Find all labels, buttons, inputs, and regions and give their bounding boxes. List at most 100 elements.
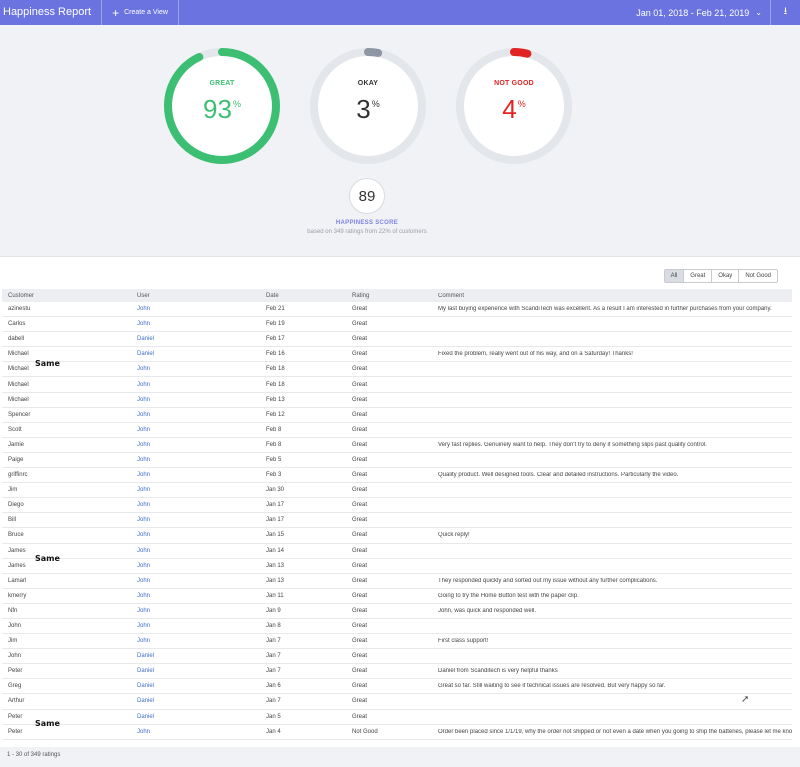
user-link[interactable]: John [131, 593, 260, 599]
user-link[interactable]: John [131, 442, 260, 448]
column-header-customer[interactable]: Customer [2, 293, 131, 299]
comment-cell: Quality product. Well designed tools. Cl… [438, 472, 679, 479]
user-link[interactable]: Daniel [131, 668, 260, 674]
user-link[interactable]: Daniel [131, 351, 260, 357]
table-row[interactable]: Peter Daniel Jan 7 Great Daniel from Scandit… [2, 664, 792, 680]
filter-not-good[interactable]: Not Good [738, 270, 777, 282]
date-range-picker[interactable]: Jan 01, 2018 - Feb 21, 2019 ⌄ [628, 0, 770, 25]
user-link[interactable]: John [131, 306, 260, 312]
user-link[interactable]: Daniel [131, 336, 260, 342]
user-link[interactable]: Daniel [131, 683, 260, 689]
customer-cell: Peter [8, 713, 23, 720]
column-header-date[interactable]: Date [260, 293, 346, 299]
table-row[interactable]: Greg Daniel Jan 6 Great Great so far. Still … [2, 679, 792, 695]
column-header-user[interactable]: User [131, 293, 260, 299]
customer-cell: James [8, 547, 26, 554]
date-cell: Jan 17 [266, 517, 285, 524]
table-row[interactable]: Jamie John Feb 8 Great Very fast replies. Ge… [2, 438, 792, 453]
user-link[interactable]: John [131, 427, 260, 433]
user-link[interactable]: John [131, 502, 260, 508]
table-row[interactable]: Peter Daniel Jan 5 Great [2, 710, 792, 725]
table-row[interactable]: John Daniel Jan 7 Great [2, 649, 792, 665]
user-link[interactable]: John [131, 729, 260, 735]
customer-cell: Diego [8, 502, 24, 509]
table-row[interactable]: griffinrc John Feb 3 Great Quality product. … [2, 468, 792, 484]
date-cell: Jan 13 [266, 577, 285, 584]
table-row[interactable]: Arthur Daniel Jan 7 Great [2, 694, 792, 710]
download-button[interactable]: ⭳ [770, 0, 800, 25]
customer-cell: griffinrc [8, 472, 28, 479]
rating-cell: Great [352, 623, 368, 630]
table-row[interactable]: Peter John Jan 4 Not Good Order been placed … [2, 725, 792, 740]
table-row[interactable]: Bill John Jan 17 Great [2, 513, 792, 529]
filter-all[interactable]: All [664, 270, 684, 282]
column-header-rating[interactable]: Rating [346, 293, 432, 299]
rating-cell: Great [352, 472, 368, 479]
table-row[interactable]: Jim John Jan 30 Great [2, 483, 792, 499]
table-row[interactable]: James John Jan 13 Great [2, 559, 792, 574]
date-cell: Feb 8 [266, 426, 282, 433]
customer-cell: Greg [8, 683, 22, 690]
table-row[interactable]: Michael John Feb 18 Great [2, 362, 792, 378]
rating-cell: Great [352, 502, 368, 509]
rating-cell: Great [352, 517, 368, 524]
table-row[interactable]: Lamarl John Jan 13 Great They responded quic… [2, 574, 792, 589]
customer-cell: Michael [8, 396, 29, 403]
user-link[interactable]: John [131, 517, 260, 523]
table-row[interactable]: Jim John Jan 7 Great First class support! [2, 634, 792, 650]
user-link[interactable]: John [131, 548, 260, 554]
user-link[interactable]: John [131, 457, 260, 463]
table-row[interactable]: John John Jan 8 Great [2, 619, 792, 635]
user-link[interactable]: John [131, 638, 260, 644]
table-row[interactable]: kmerry John Jan 11 Great Going to try the Ho… [2, 589, 792, 604]
user-link[interactable]: Daniel [131, 653, 260, 659]
table-row[interactable]: Paige John Feb 5 Great [2, 453, 792, 469]
table-row[interactable]: Carlos John Feb 19 Great [2, 317, 792, 333]
table-row[interactable]: Diego John Jan 17 Great [2, 498, 792, 514]
user-link[interactable]: Daniel [131, 714, 260, 720]
user-link[interactable]: John [131, 487, 260, 493]
customer-cell: John [8, 653, 22, 660]
rating-cell: Great [352, 366, 368, 373]
table-row[interactable]: Spencer John Feb 12 Great [2, 408, 792, 423]
user-link[interactable]: John [131, 532, 260, 538]
gauge-not-good-number: 4 [502, 94, 517, 124]
user-link[interactable]: John [131, 623, 260, 629]
table-row[interactable]: Nfn John Jan 9 Great John, was quick and res… [2, 604, 792, 619]
user-link[interactable]: John [131, 608, 260, 614]
date-cell: Feb 18 [266, 366, 285, 373]
user-link[interactable]: John [131, 397, 260, 403]
table-row[interactable]: azinestu John Feb 21 Great My last buying ex… [2, 302, 792, 318]
gauge-not-good-label: NOT GOOD [494, 80, 534, 87]
user-link[interactable]: John [131, 563, 260, 569]
table-row[interactable]: Michael Daniel Feb 16 Great Fixed the proble… [2, 347, 792, 363]
table-row[interactable]: Scott John Feb 8 Great [2, 423, 792, 438]
filter-okay[interactable]: Okay [711, 270, 739, 282]
user-link[interactable]: John [131, 472, 260, 478]
user-link[interactable]: Daniel [131, 698, 260, 704]
table-row[interactable]: Michael John Feb 13 Great [2, 393, 792, 408]
happiness-score-subtitle: based on 349 ratings from 22% of custome… [307, 229, 427, 235]
table-row[interactable]: James John Jan 14 Great [2, 544, 792, 559]
user-link[interactable]: John [131, 412, 260, 418]
customer-cell: Michael [8, 366, 29, 373]
user-link[interactable]: John [131, 321, 260, 327]
date-cell: Jan 7 [266, 698, 281, 705]
column-header-comment[interactable]: Comment [432, 293, 792, 299]
plus-icon: + [112, 5, 120, 20]
annotation-same: Same [35, 359, 60, 368]
rating-cell: Great [352, 321, 368, 328]
user-link[interactable]: John [131, 366, 260, 372]
user-link[interactable]: John [131, 382, 260, 388]
gauge-not-good-unit: % [517, 99, 526, 109]
table-row[interactable]: dabell Daniel Feb 17 Great [2, 332, 792, 348]
annotation-same: Same [35, 554, 60, 563]
filter-great[interactable]: Great [683, 270, 712, 282]
rating-cell: Great [352, 638, 368, 645]
create-view-button[interactable]: + Create a View [102, 0, 179, 25]
table-row[interactable]: Bruce John Jan 15 Great Quick reply! [2, 528, 792, 544]
happiness-score-label: HAPPINESS SCORE [335, 220, 399, 226]
customer-cell: John [8, 623, 22, 630]
table-row[interactable]: Michael John Feb 18 Great [2, 377, 792, 393]
user-link[interactable]: John [131, 578, 260, 584]
